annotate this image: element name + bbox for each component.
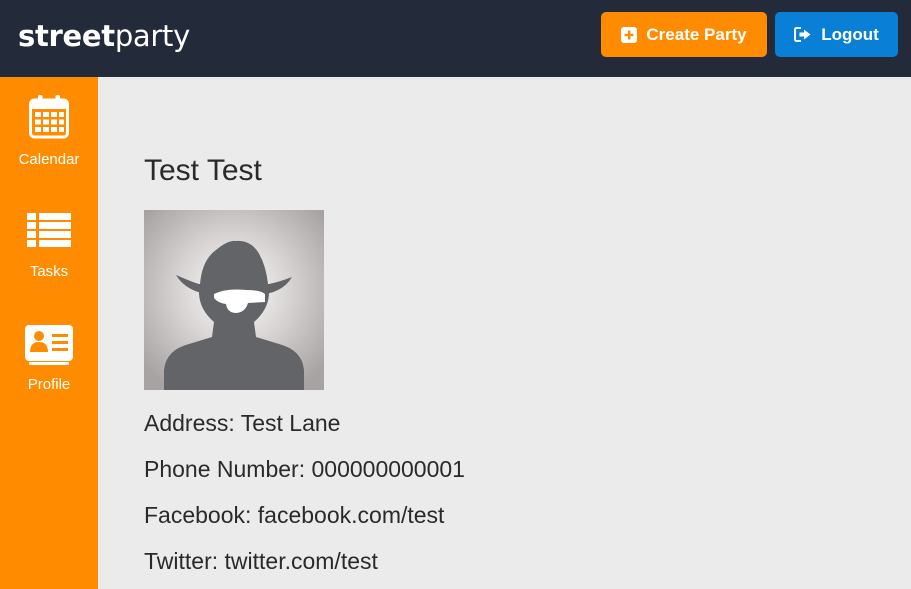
plus-square-icon — [621, 26, 638, 43]
logout-button[interactable]: Logout — [775, 12, 898, 57]
brand-bold: street — [18, 19, 115, 53]
create-party-label: Create Party — [646, 24, 747, 44]
calendar-icon — [0, 95, 98, 139]
top-bar: streetparty Create Party Logout — [0, 0, 911, 77]
pirate-avatar-icon — [144, 210, 324, 390]
facebook-text: Facebook: facebook.com/test — [144, 502, 445, 528]
profile-name: Test Test — [144, 154, 262, 187]
address-text: Address: Test Lane — [144, 410, 341, 436]
sidebar: Calendar Tasks Profile — [0, 77, 98, 589]
sidebar-item-label: Calendar — [18, 151, 80, 168]
phone-number-text: Phone Number: 000000000001 — [144, 456, 465, 482]
sidebar-item-label: Profile — [27, 376, 71, 393]
twitter-text: Twitter: twitter.com/test — [144, 548, 378, 574]
sidebar-item-calendar[interactable]: Calendar — [0, 95, 98, 195]
id-card-icon — [0, 325, 98, 365]
sidebar-item-tasks[interactable]: Tasks — [0, 210, 98, 310]
create-party-button[interactable]: Create Party — [601, 12, 767, 57]
brand-logo[interactable]: streetparty — [18, 16, 190, 56]
logout-label: Logout — [821, 24, 879, 44]
sidebar-item-profile[interactable]: Profile — [0, 325, 98, 425]
sidebar-item-label: Tasks — [29, 263, 69, 280]
brand-light: party — [114, 19, 190, 53]
sign-out-icon — [794, 27, 811, 42]
list-icon — [0, 213, 98, 247]
